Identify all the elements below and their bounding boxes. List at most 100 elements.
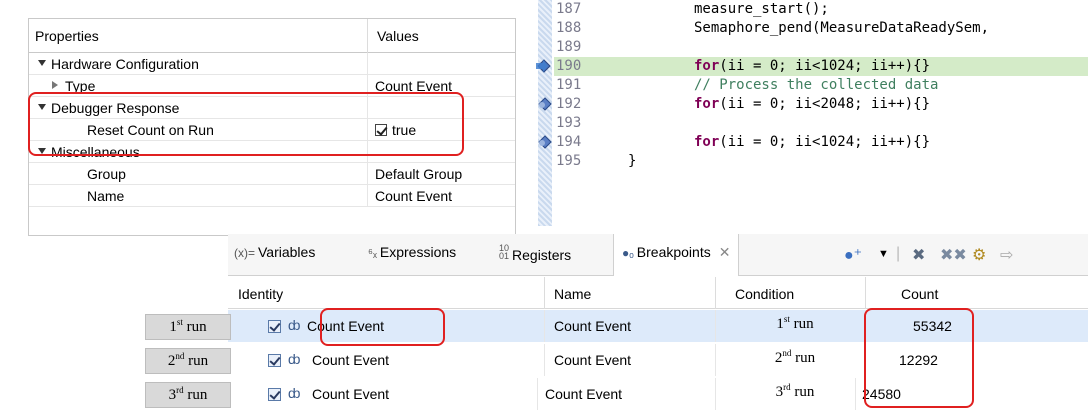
code-line[interactable]: 190 for(ii = 0; ii<1024; ii++){} bbox=[524, 57, 1088, 76]
properties-column-header[interactable]: Properties bbox=[35, 28, 99, 44]
property-value[interactable]: Default Group bbox=[375, 166, 462, 182]
tab-label: Breakpoints bbox=[636, 244, 711, 260]
new-breakpoint-icon[interactable]: ●⁺ bbox=[844, 245, 862, 265]
breakpoint-name[interactable]: Count Event bbox=[554, 318, 631, 334]
tab-label: Variables bbox=[258, 244, 316, 260]
breakpoint-condition[interactable]: 1st run bbox=[725, 314, 865, 333]
close-tab-icon[interactable]: ✕ bbox=[719, 244, 731, 260]
run-word: run bbox=[187, 387, 208, 403]
code-rest: (ii = 0; ii<2048; ii++){} bbox=[719, 96, 931, 112]
count-event-icon: ȸ bbox=[288, 385, 301, 401]
annotation-highlight-identity bbox=[320, 308, 445, 346]
code-rest: (ii = 0; ii<1024; ii++){} bbox=[719, 134, 931, 150]
run-label-1: 1st run bbox=[145, 314, 231, 340]
run-ordinal: 1 bbox=[169, 319, 177, 335]
keyword: for bbox=[694, 134, 720, 150]
column-divider[interactable] bbox=[367, 19, 368, 53]
code-text[interactable]: for(ii = 0; ii<1024; ii++){} bbox=[694, 58, 930, 74]
code-line[interactable]: 191 // Process the collected data bbox=[524, 76, 1088, 95]
property-value[interactable]: Count Event bbox=[375, 188, 452, 204]
breakpoint-icon[interactable] bbox=[536, 97, 552, 111]
condition-suffix: st bbox=[783, 314, 790, 324]
toolbar-separator: | bbox=[896, 245, 901, 262]
line-number: 194 bbox=[556, 134, 582, 150]
line-number: 187 bbox=[556, 1, 582, 17]
line-number: 189 bbox=[556, 39, 582, 55]
remove-breakpoint-icon[interactable]: ✖ bbox=[912, 245, 925, 265]
column-divider[interactable] bbox=[865, 277, 866, 309]
breakpoint-icon[interactable] bbox=[536, 135, 552, 149]
registers-icon: 10 01 bbox=[499, 243, 510, 261]
property-key: Group bbox=[87, 166, 126, 182]
run-ordinal: 3 bbox=[168, 387, 177, 403]
remove-all-breakpoints-icon[interactable]: ✖✖ bbox=[940, 245, 967, 265]
tab-breakpoints[interactable]: ●ₒ Breakpoints ✕ bbox=[613, 234, 740, 276]
breakpoint-name[interactable]: Count Event bbox=[554, 352, 631, 368]
breakpoint-condition[interactable]: 2nd run bbox=[725, 349, 865, 367]
line-number: 192 bbox=[556, 96, 582, 112]
code-line[interactable]: 187 measure_start(); bbox=[524, 0, 1088, 19]
view-tab-bar: (x)= Variables ⁶ₓ Expressions 10 01 Register… bbox=[228, 234, 1088, 276]
code-comment[interactable]: // Process the collected data bbox=[694, 77, 938, 93]
code-text[interactable]: measure_start(); bbox=[694, 1, 829, 17]
code-line[interactable]: 189 bbox=[524, 38, 1088, 57]
code-line[interactable]: 194 for(ii = 0; ii<1024; ii++){} bbox=[524, 133, 1088, 152]
breakpoints-icon: ●ₒ bbox=[622, 246, 634, 260]
skip-breakpoints-icon[interactable]: ⚙ bbox=[972, 245, 986, 265]
identity-column-header[interactable]: Identity bbox=[238, 286, 283, 302]
breakpoint-name[interactable]: Count Event bbox=[545, 386, 622, 402]
condition-word: run bbox=[795, 350, 816, 366]
code-text[interactable]: for(ii = 0; ii<2048; ii++){} bbox=[694, 96, 930, 112]
code-text[interactable]: } bbox=[628, 153, 636, 169]
name-column-header[interactable]: Name bbox=[554, 286, 591, 302]
column-divider bbox=[715, 344, 716, 376]
breakpoint-identity[interactable]: Count Event bbox=[312, 352, 389, 368]
column-divider bbox=[544, 344, 545, 376]
run-suffix: nd bbox=[175, 351, 185, 361]
count-event-icon: ȸ bbox=[288, 317, 301, 333]
variables-icon: (x)= bbox=[234, 246, 255, 260]
breakpoint-condition[interactable]: 3rd run bbox=[725, 383, 865, 401]
current-breakpoint-icon[interactable] bbox=[536, 59, 552, 73]
run-word: run bbox=[186, 319, 207, 335]
column-divider[interactable] bbox=[715, 277, 716, 309]
expand-arrow-icon[interactable] bbox=[38, 60, 46, 66]
column-divider bbox=[715, 310, 716, 342]
dropdown-arrow-icon[interactable]: ▼ bbox=[878, 248, 889, 260]
column-divider bbox=[367, 163, 368, 185]
line-number: 188 bbox=[556, 20, 582, 36]
link-icon[interactable]: ⇨ bbox=[1000, 245, 1013, 265]
property-key: Name bbox=[87, 188, 125, 204]
property-row-hardware-configuration[interactable]: Hardware Configuration bbox=[29, 53, 515, 75]
tab-expressions[interactable]: ⁶ₓ Expressions bbox=[368, 244, 456, 260]
code-line[interactable]: 188 Semaphore_pend(MeasureDataReadySem, bbox=[524, 19, 1088, 38]
tab-variables[interactable]: (x)= Variables bbox=[234, 244, 315, 260]
code-text[interactable]: Semaphore_pend(MeasureDataReadySem, bbox=[694, 20, 989, 36]
column-divider bbox=[367, 53, 368, 75]
code-editor[interactable]: 187 measure_start(); 188 Semaphore_pend(… bbox=[524, 0, 1088, 226]
code-line[interactable]: 192 for(ii = 0; ii<2048; ii++){} bbox=[524, 95, 1088, 114]
tab-registers[interactable]: 10 01 Registers bbox=[499, 243, 571, 264]
line-number: 195 bbox=[556, 153, 582, 169]
breakpoint-identity[interactable]: Count Event bbox=[312, 386, 389, 402]
code-line[interactable]: 193 bbox=[524, 114, 1088, 133]
breakpoint-enabled-checkbox[interactable] bbox=[268, 320, 281, 333]
line-number: 191 bbox=[556, 77, 582, 93]
property-row-group[interactable]: Group Default Group bbox=[29, 163, 515, 185]
code-text[interactable]: for(ii = 0; ii<1024; ii++){} bbox=[694, 134, 930, 150]
line-number: 190 bbox=[556, 58, 582, 74]
values-column-header[interactable]: Values bbox=[377, 28, 419, 44]
breakpoints-column-headers: Identity Name Condition Count bbox=[228, 277, 1088, 309]
column-divider[interactable] bbox=[544, 277, 545, 309]
run-label-3: 3rd run bbox=[145, 382, 231, 408]
keyword: for bbox=[694, 96, 720, 112]
annotation-highlight-counts bbox=[864, 308, 974, 408]
count-column-header[interactable]: Count bbox=[901, 286, 938, 302]
condition-ordinal: 3 bbox=[775, 384, 784, 400]
code-line[interactable]: 195 } bbox=[524, 152, 1088, 171]
condition-column-header[interactable]: Condition bbox=[735, 286, 794, 302]
breakpoint-enabled-checkbox[interactable] bbox=[268, 388, 281, 401]
collapsed-arrow-icon[interactable] bbox=[52, 81, 58, 89]
breakpoint-enabled-checkbox[interactable] bbox=[268, 354, 281, 367]
property-row-name[interactable]: Name Count Event bbox=[29, 185, 515, 207]
